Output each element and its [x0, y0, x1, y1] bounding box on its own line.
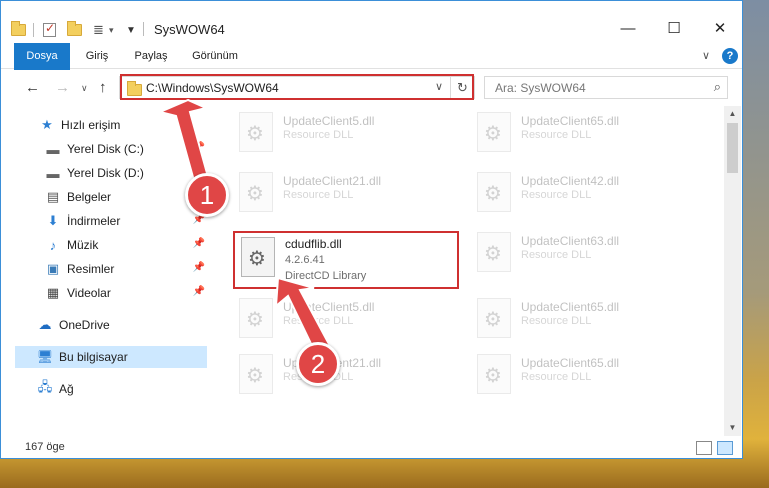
pin-icon[interactable]: 📌: [193, 262, 205, 273]
file-description: DirectCD Library: [285, 270, 367, 282]
dll-file-icon: [477, 232, 511, 272]
rename-icon[interactable]: ≣: [93, 21, 104, 39]
scrollbar-thumb[interactable]: [727, 123, 738, 173]
sidebar-item-music[interactable]: ♪ Müzik 📌: [45, 234, 207, 256]
step-1-badge: 1: [185, 173, 229, 217]
star-icon: ★: [41, 117, 53, 132]
sidebar-item-this-pc[interactable]: 🖥 Bu bilgisayar: [15, 346, 207, 368]
scroll-up-icon[interactable]: ▲: [724, 106, 741, 122]
up-icon[interactable]: ↑: [99, 79, 107, 96]
explorer-window: ≣ ▾ ▼ SysWOW64 — ☐ ✕ Dosya Giriş Paylaş …: [0, 0, 743, 459]
dll-file-icon: [477, 298, 511, 338]
pictures-icon: ▣: [46, 261, 60, 276]
pin-icon[interactable]: 📌: [193, 238, 205, 249]
music-icon: ♪: [49, 237, 57, 253]
minimize-button[interactable]: —: [605, 15, 651, 43]
tab-share[interactable]: Paylaş: [127, 43, 175, 69]
dll-file-icon: [477, 354, 511, 394]
sidebar-item-downloads[interactable]: ⬇ İndirmeler 📌: [45, 210, 207, 232]
close-button[interactable]: ✕: [697, 15, 742, 43]
network-icon: 🖧: [37, 379, 53, 394]
file-item[interactable]: UpdateClient42.dll Resource DLL: [473, 170, 683, 218]
file-item[interactable]: UpdateClient65.dll Resource DLL: [473, 296, 683, 344]
status-bar: 167 öge: [1, 436, 742, 458]
computer-icon: 🖥: [36, 349, 54, 364]
ribbon-tabs: Dosya Giriş Paylaş Görünüm ∨ ?: [1, 43, 742, 91]
recent-locations-icon[interactable]: ∨: [81, 83, 88, 94]
dll-file-icon: [241, 237, 275, 277]
sidebar-item-documents[interactable]: ▤ Belgeler 📌: [45, 186, 207, 208]
cloud-icon: ☁: [38, 317, 52, 332]
drive-icon: ▬: [46, 165, 60, 181]
file-item[interactable]: UpdateClient5.dll Resource DLL: [235, 296, 445, 344]
file-name: cdudflib.dll: [285, 237, 342, 251]
sidebar-item-disk-d[interactable]: ▬ Yerel Disk (D:) 📌: [45, 162, 207, 184]
sidebar-item-quick-access[interactable]: ★ Hızlı erişim: [39, 114, 207, 136]
file-item[interactable]: UpdateClient65.dll Resource DLL: [473, 110, 683, 158]
tab-view[interactable]: Görünüm: [185, 43, 245, 69]
navigation-bar: ← → ∨ ↑ C:\Windows\SysWOW64 ∨ ↻ Ara: Sys…: [1, 70, 742, 106]
title-bar: ≣ ▾ ▼ SysWOW64 — ☐ ✕: [1, 1, 742, 43]
quick-access-dropdown-icon[interactable]: ▾: [109, 21, 114, 39]
file-item-cdudflib[interactable]: cdudflib.dll 4.2.6.41 DirectCD Library: [237, 235, 447, 283]
file-item[interactable]: UpdateClient5.dll Resource DLL: [235, 110, 445, 158]
file-item[interactable]: UpdateClient21.dll Resource DLL: [235, 352, 445, 400]
drive-icon: ▬: [46, 141, 60, 157]
tab-home[interactable]: Giriş: [79, 43, 115, 69]
file-item[interactable]: UpdateClient21.dll Resource DLL: [235, 170, 445, 218]
scroll-down-icon[interactable]: ▼: [724, 420, 741, 436]
new-folder-icon[interactable]: [67, 21, 82, 39]
highlighted-file-item[interactable]: cdudflib.dll 4.2.6.41 DirectCD Library: [233, 231, 459, 289]
maximize-button[interactable]: ☐: [651, 15, 697, 43]
customize-toolbar-icon[interactable]: ▼: [126, 21, 136, 39]
help-icon[interactable]: ?: [722, 48, 738, 64]
dll-file-icon: [239, 298, 273, 338]
dll-file-icon: [239, 172, 273, 212]
file-version: 4.2.6.41: [285, 254, 325, 266]
large-icons-view-icon[interactable]: [717, 441, 733, 455]
back-icon[interactable]: ←: [25, 79, 40, 96]
file-item[interactable]: UpdateClient65.dll Resource DLL: [473, 352, 683, 400]
properties-icon[interactable]: [43, 21, 56, 39]
dll-file-icon: [477, 172, 511, 212]
sidebar-item-pictures[interactable]: ▣ Resimler 📌: [45, 258, 207, 280]
pin-icon[interactable]: 📌: [193, 286, 205, 297]
navigation-pane: ★ Hızlı erişim ▬ Yerel Disk (C:) 📌 ▬ Yer…: [1, 106, 211, 436]
sidebar-item-disk-c[interactable]: ▬ Yerel Disk (C:) 📌: [45, 138, 207, 160]
search-placeholder: Ara: SysWOW64: [495, 81, 586, 95]
videos-icon: ▦: [46, 285, 60, 300]
sidebar-item-onedrive[interactable]: ☁ OneDrive: [37, 314, 207, 336]
ribbon-expand-icon[interactable]: ∨: [696, 43, 716, 69]
file-item[interactable]: UpdateClient63.dll Resource DLL: [473, 230, 683, 278]
download-icon: ⬇: [47, 213, 59, 228]
dll-file-icon: [239, 112, 273, 152]
step-2-badge: 2: [296, 342, 340, 386]
documents-icon: ▤: [46, 189, 60, 204]
vertical-scrollbar[interactable]: ▲ ▼: [724, 106, 741, 436]
search-icon[interactable]: ⌕: [714, 79, 721, 95]
window-title: SysWOW64: [154, 22, 225, 37]
sidebar-item-videos[interactable]: ▦ Videolar 📌: [45, 282, 207, 304]
pin-icon[interactable]: 📌: [193, 142, 205, 153]
search-input[interactable]: Ara: SysWOW64 ⌕: [484, 76, 728, 99]
dll-file-icon: [477, 112, 511, 152]
item-count: 167 öge: [25, 441, 65, 453]
dll-file-icon: [239, 354, 273, 394]
folder-icon: [11, 21, 26, 39]
address-highlight-box: [120, 74, 474, 100]
forward-icon[interactable]: →: [55, 79, 70, 96]
details-view-icon[interactable]: [696, 441, 712, 455]
sidebar-item-network[interactable]: 🖧 Ağ: [37, 378, 207, 400]
